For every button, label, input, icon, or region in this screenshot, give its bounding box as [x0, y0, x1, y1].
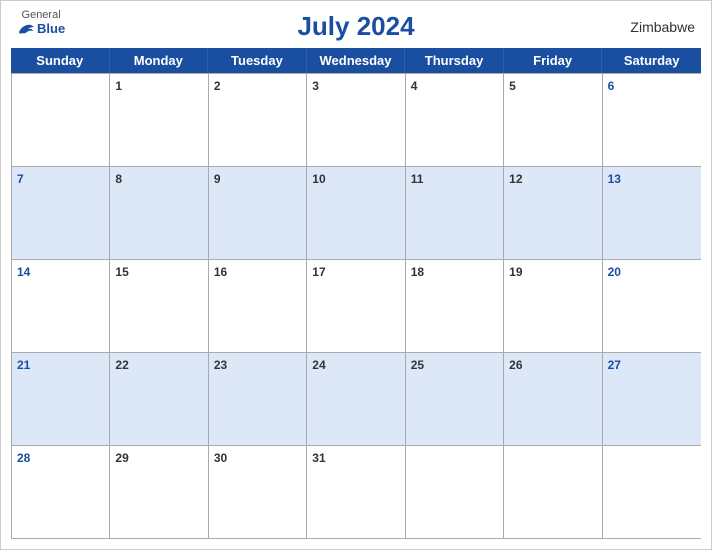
cell-8: 8 [110, 166, 208, 259]
cell-10: 10 [307, 166, 405, 259]
cell-empty-1: - [12, 73, 110, 166]
cell-30: 30 [209, 445, 307, 538]
country-label: Zimbabwe [630, 19, 695, 35]
header-wednesday: Wednesday [307, 48, 406, 73]
logo-general: General [22, 9, 61, 21]
cell-31: 31 [307, 445, 405, 538]
cell-7: 7 [12, 166, 110, 259]
cell-18: 18 [406, 259, 504, 352]
cell-23: 23 [209, 352, 307, 445]
header-sunday: Sunday [11, 48, 110, 73]
cell-9: 9 [209, 166, 307, 259]
calendar-week-2: 7 8 9 10 11 12 13 [12, 166, 701, 259]
logo-bird-icon [17, 22, 35, 36]
cell-4: 4 [406, 73, 504, 166]
calendar-week-3: 14 15 16 17 18 19 20 [12, 259, 701, 352]
cell-22: 22 [110, 352, 208, 445]
cell-13: 13 [603, 166, 701, 259]
logo: General Blue [17, 9, 65, 36]
logo-blue: Blue [17, 21, 65, 36]
cell-20: 20 [603, 259, 701, 352]
calendar-week-5: 28 29 30 31 [12, 445, 701, 538]
cell-empty-2 [406, 445, 504, 538]
cell-14: 14 [12, 259, 110, 352]
header-thursday: Thursday [405, 48, 504, 73]
calendar-week-1: - 1 2 3 4 5 6 [12, 73, 701, 166]
calendar-week-4: 21 22 23 24 25 26 27 [12, 352, 701, 445]
header-monday: Monday [110, 48, 209, 73]
cell-12: 12 [504, 166, 602, 259]
calendar-weekday-header: Sunday Monday Tuesday Wednesday Thursday… [11, 48, 701, 73]
cell-1: 1 [110, 73, 208, 166]
header-friday: Friday [504, 48, 603, 73]
cell-21: 21 [12, 352, 110, 445]
cell-11: 11 [406, 166, 504, 259]
calendar-grid: Sunday Monday Tuesday Wednesday Thursday… [11, 48, 701, 539]
cell-16: 16 [209, 259, 307, 352]
cell-2: 2 [209, 73, 307, 166]
calendar-header: General Blue July 2024 Zimbabwe [1, 1, 711, 48]
page-title: July 2024 [297, 11, 414, 42]
cell-25: 25 [406, 352, 504, 445]
cell-empty-3 [504, 445, 602, 538]
cell-3: 3 [307, 73, 405, 166]
cell-6: 6 [603, 73, 701, 166]
cell-19: 19 [504, 259, 602, 352]
calendar-page: General Blue July 2024 Zimbabwe Sunday M… [0, 0, 712, 550]
calendar-body: - 1 2 3 4 5 6 7 8 9 10 11 12 13 14 15 [11, 73, 701, 539]
header-tuesday: Tuesday [208, 48, 307, 73]
cell-5: 5 [504, 73, 602, 166]
cell-empty-4 [603, 445, 701, 538]
header-saturday: Saturday [602, 48, 701, 73]
cell-29: 29 [110, 445, 208, 538]
cell-26: 26 [504, 352, 602, 445]
cell-17: 17 [307, 259, 405, 352]
cell-15: 15 [110, 259, 208, 352]
cell-27: 27 [603, 352, 701, 445]
cell-28: 28 [12, 445, 110, 538]
cell-24: 24 [307, 352, 405, 445]
